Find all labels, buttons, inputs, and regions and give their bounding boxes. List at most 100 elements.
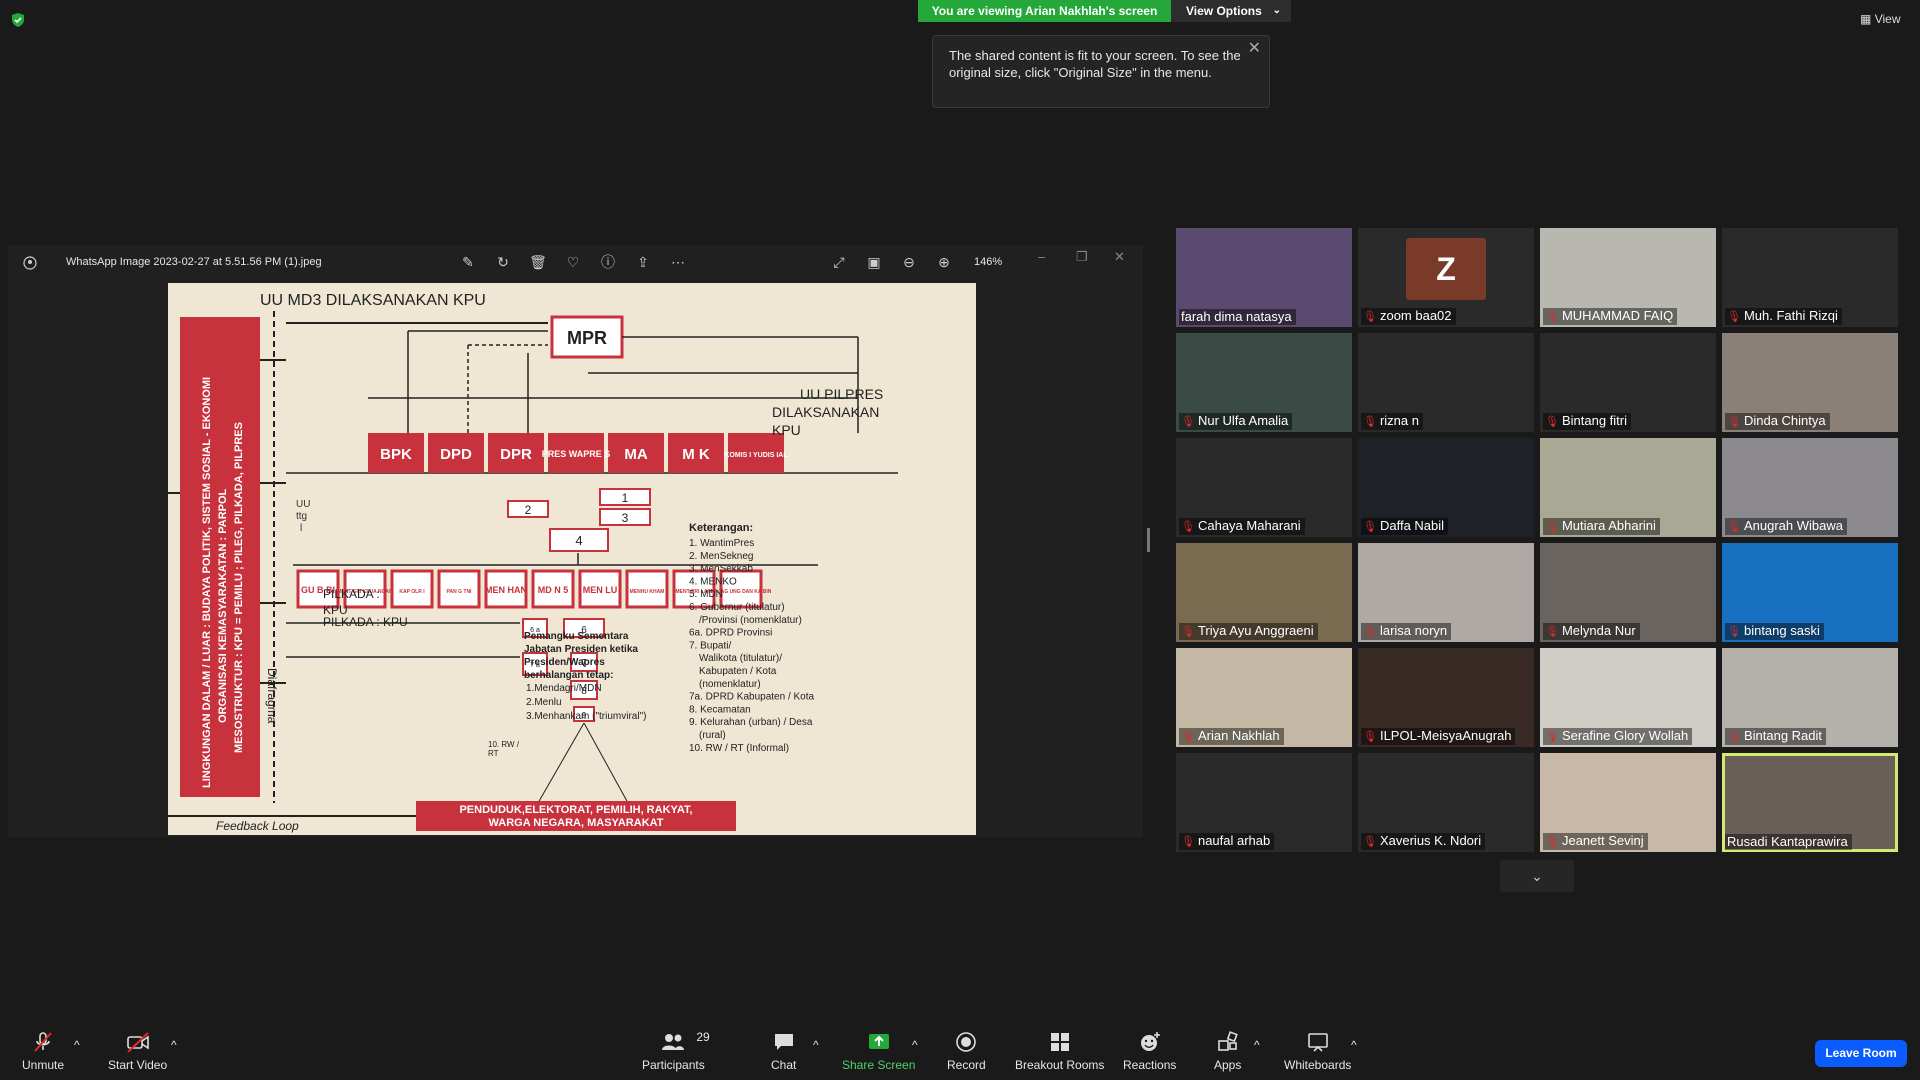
share-screen-button[interactable]: Share Screen [842,1030,915,1072]
participant-name: 🎙 Muh. Fathi Rizqi [1725,308,1842,325]
zoom-in-icon[interactable]: ⊕ [935,253,953,271]
video-options-caret[interactable]: ^ [171,1038,177,1052]
whiteboards-button[interactable]: Whiteboards [1284,1030,1351,1072]
participant-tile[interactable]: Rusadi Kantaprawira [1722,753,1898,852]
breakout-rooms-button[interactable]: Breakout Rooms [1015,1030,1104,1072]
participant-name-label: Bintang Radit [1743,728,1823,743]
zoom-out-icon[interactable]: ⊖ [900,253,918,271]
keterangan-item: 2. MenSekneg [689,551,754,562]
participant-tile[interactable]: 🎙 larisa noryn [1358,543,1534,642]
slide-title: UU MD3 DILAKSANAKAN KPU [260,292,486,309]
rotate-icon[interactable]: ↻ [494,253,512,271]
participant-tile[interactable]: 🎙 Daffa Nabil [1358,438,1534,537]
participant-tile[interactable]: 🎙 Arian Nakhlah [1176,648,1352,747]
chat-button[interactable]: Chat [771,1030,796,1072]
participant-name-label: Rusadi Kantaprawira [1727,834,1848,849]
participant-tile[interactable]: 🎙 Nur Ulfa Amalia [1176,333,1352,432]
heart-icon[interactable]: ♡ [564,253,582,271]
participant-tile[interactable]: 🎙 Xaverius K. Ndori [1358,753,1534,852]
mic-muted-icon: 🎙 [1363,311,1377,323]
participant-tile[interactable]: 🎙 Anugrah Wibawa [1722,438,1898,537]
fullscreen-icon[interactable]: ⤢ [830,253,848,271]
mk-label: M K [682,446,710,463]
more-icon[interactable]: ⋯ [669,253,687,271]
participant-name-label: Xaverius K. Ndori [1379,833,1482,848]
participant-tile[interactable]: 🎙 Muh. Fathi Rizqi [1722,228,1898,327]
participant-tile[interactable]: 🎙 bintang saski [1722,543,1898,642]
mic-muted-icon: 🎙 [1545,521,1559,533]
shared-screen-window: WhatsApp Image 2023-02-27 at 5.51.56 PM … [8,245,1143,837]
start-video-button[interactable]: Start Video [108,1030,167,1072]
view-options-label: View Options [1186,4,1262,18]
pemangku-item-2: 2.Menlu [526,697,562,708]
delete-icon[interactable]: 🗑 [529,253,547,271]
participant-name: 🎙 Nur Ulfa Amalia [1179,413,1293,430]
apps-label: Apps [1214,1058,1242,1072]
mic-muted-icon: 🎙 [1727,731,1741,743]
mic-muted-icon: 🎙 [1727,311,1741,323]
participant-tile[interactable]: 🎙 Dinda Chintya [1722,333,1898,432]
participant-name-label: bintang saski [1743,623,1820,638]
participant-name-label: naufal arhab [1197,833,1271,848]
shield-icon[interactable] [10,12,26,28]
minimize-icon[interactable]: – [1038,249,1045,264]
participants-button[interactable]: 29 Participants [642,1030,710,1072]
participant-name-label: Mutiara Abharini [1561,518,1656,533]
participant-name: 🎙 rizna n [1361,413,1423,430]
edit-image-icon[interactable]: ✎ [459,253,477,271]
participant-name-label: Daffa Nabil [1379,518,1445,533]
participant-tile[interactable]: 🎙 Mutiara Abharini [1540,438,1716,537]
chat-label: Chat [771,1058,797,1072]
whiteboard-options-caret[interactable]: ^ [1351,1038,1357,1052]
close-window-icon[interactable]: ✕ [1114,249,1125,265]
participant-tile[interactable]: 🎙 Triya Ayu Anggraeni [1176,543,1352,642]
close-icon[interactable]: ✕ [1248,40,1261,57]
participant-name: 🎙 bintang saski [1725,623,1824,640]
chat-options-caret[interactable]: ^ [813,1038,819,1052]
participant-name: 🎙 MUHAMMAD FAIQ [1543,308,1678,325]
participants-icon [662,1034,685,1050]
participant-tile[interactable]: farah dima natasya [1176,228,1352,327]
fit-screen-icon[interactable]: ▣ [865,253,883,271]
whiteboards-label: Whiteboards [1284,1058,1352,1072]
participants-count: 29 [696,1030,710,1044]
audio-options-caret[interactable]: ^ [74,1038,80,1052]
participant-tile[interactable]: 🎙 Cahaya Maharani [1176,438,1352,537]
participant-tile[interactable]: 🎙 Bintang Radit [1722,648,1898,747]
participant-tile[interactable]: 🎙 rizna n [1358,333,1534,432]
ministry-label: MEN LU [583,585,618,595]
share-screen-icon [868,1034,889,1049]
panel-splitter[interactable] [1147,528,1150,552]
apps-options-caret[interactable]: ^ [1254,1038,1260,1052]
gallery-next-page-button[interactable]: ⌄ [1500,860,1574,892]
participant-tile[interactable]: 🎙 ILPOL-MeisyaAnugrah [1358,648,1534,747]
participant-tile[interactable]: 🎙 MUHAMMAD FAIQ [1540,228,1716,327]
apps-button[interactable]: Apps [1214,1030,1241,1072]
apps-icon [1217,1031,1238,1051]
participant-name-label: Melynda Nur [1561,623,1636,638]
mic-muted-icon: 🎙 [1181,626,1195,638]
participant-name-label: Muh. Fathi Rizqi [1743,308,1838,323]
participant-tile[interactable]: 🎙 Serafine Glory Wollah [1540,648,1716,747]
share-options-caret[interactable]: ^ [912,1038,918,1052]
unmute-button[interactable]: Unmute [22,1030,64,1072]
leave-room-button[interactable]: Leave Room [1815,1040,1907,1067]
share-icon[interactable]: ⇪ [634,253,652,271]
participant-tile[interactable]: 🎙 Melynda Nur [1540,543,1716,642]
info-icon[interactable]: ⓘ [599,253,617,271]
view-button[interactable]: ▦ View [1860,12,1900,26]
participant-tile[interactable]: 🎙 naufal arhab [1176,753,1352,852]
record-button[interactable]: Record [947,1030,986,1072]
reactions-button[interactable]: Reactions [1123,1030,1176,1072]
participant-tile[interactable]: 🎙 Jeanett Sevinj [1540,753,1716,852]
side-text-2: ORGANISASI KEMASYARAKATAN : PARPOL [217,488,229,723]
participant-name-label: zoom baa02 [1379,308,1452,323]
mic-muted-icon: 🎙 [1181,521,1195,533]
view-options-button[interactable]: View Options ⌄ [1171,0,1291,22]
participant-name: 🎙 larisa noryn [1361,623,1452,640]
participant-tile[interactable]: Z 🎙 zoom baa02 [1358,228,1534,327]
pemangku-line-4: berhalangan tetap: [524,670,613,681]
participant-name-label: Arian Nakhlah [1197,728,1280,743]
maximize-icon[interactable]: ❐ [1076,249,1088,265]
participant-tile[interactable]: 🎙 Bintang fitri [1540,333,1716,432]
